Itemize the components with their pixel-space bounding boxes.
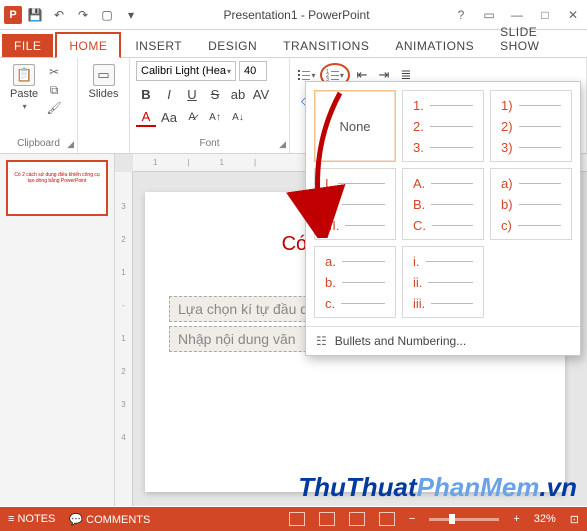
numbering-option-none[interactable]: None [314,90,396,162]
slideshow-view-button[interactable] [379,512,395,526]
numbering-option-roman-upper[interactable]: I. II. III. [314,168,396,240]
numbering-dropdown: None 1. 2. 3. 1) 2) 3) I. II. III. A. B.… [305,81,581,356]
normal-view-button[interactable] [289,512,305,526]
cut-icon[interactable]: ✂ [46,64,62,80]
zoom-in-button[interactable]: + [513,513,519,525]
format-painter-icon[interactable]: 🖌 [46,100,62,116]
qat-dropdown-icon[interactable]: ▾ [120,4,142,26]
italic-button[interactable]: I [159,84,179,104]
clear-format-button[interactable]: A̷ [182,107,202,127]
tab-design[interactable]: DESIGN [196,34,269,57]
numbering-option-arabic-paren[interactable]: 1) 2) 3) [490,90,572,162]
numbering-option-roman-lower[interactable]: i. ii. iii. [402,246,484,318]
font-family-combo[interactable]: Calibri Light (Hea▾ [136,61,236,81]
tab-file[interactable]: FILE [2,34,53,57]
numbering-option-alpha-lower-paren[interactable]: a) b) c) [490,168,572,240]
spacing-button[interactable]: AV [251,84,271,104]
numbering-option-alpha-upper[interactable]: A. B. C. [402,168,484,240]
tab-slideshow[interactable]: SLIDE SHOW [488,20,587,57]
underline-button[interactable]: U [182,84,202,104]
font-size-combo[interactable]: 40 [239,61,267,81]
reading-view-button[interactable] [349,512,365,526]
group-clipboard: 📋 Paste ▾ ✂ ⧉ 🖌 Clipboard ◢ [0,58,78,153]
powerpoint-icon: P [4,6,22,24]
shadow-button[interactable]: ab [228,84,248,104]
paste-button[interactable]: 📋 Paste ▾ [6,61,42,116]
zoom-level[interactable]: 32% [534,513,556,525]
help-icon[interactable]: ? [451,8,471,22]
bold-button[interactable]: B [136,84,156,104]
tab-animations[interactable]: ANIMATIONS [383,34,486,57]
clipboard-dialog-launcher[interactable]: ◢ [67,139,74,150]
bullets-and-numbering-link[interactable]: ☷ Bullets and Numbering... [306,326,580,355]
new-slide-button[interactable]: ▭ Slides [84,61,123,103]
group-font: Calibri Light (Hea▾ 40 B I U S ab AV A A… [130,58,290,153]
undo-icon[interactable]: ↶ [48,4,70,26]
status-bar: ≡ NOTES 💬 COMMENTS − + 32% ⊡ [0,507,587,531]
change-case-button[interactable]: Aa [159,107,179,127]
slides-label: Slides [89,88,119,100]
font-color-button[interactable]: A [136,107,156,127]
notes-button[interactable]: ≡ NOTES [8,513,55,525]
tab-insert[interactable]: INSERT [123,34,194,57]
grow-font-button[interactable]: A↑ [205,107,225,127]
tab-transitions[interactable]: TRANSITIONS [271,34,381,57]
window-title: Presentation1 - PowerPoint [142,8,451,22]
paste-label: Paste [10,88,38,100]
comments-button[interactable]: 💬 COMMENTS [69,513,150,526]
slide-icon: ▭ [93,64,115,86]
thumbnail-panel: 1 Có 2 cách sử dụng điều khiển công cụ t… [0,154,115,506]
quick-access-toolbar: P 💾 ↶ ↷ ▢ ▾ [4,4,142,26]
numbering-option-alpha-lower-dot[interactable]: a. b. c. [314,246,396,318]
sorter-view-button[interactable] [319,512,335,526]
fit-window-button[interactable]: ⊡ [570,513,579,526]
list-icon: ☷ [316,334,327,348]
font-group-label: Font [136,138,283,151]
group-slides: ▭ Slides [78,58,130,153]
redo-icon[interactable]: ↷ [72,4,94,26]
ribbon-tabs: FILE HOME INSERT DESIGN TRANSITIONS ANIM… [0,30,587,58]
font-dialog-launcher[interactable]: ◢ [279,139,286,150]
paste-icon: 📋 [13,64,35,86]
vertical-ruler: 321-1234 [115,172,133,506]
slide-thumbnail-1[interactable]: Có 2 cách sử dụng điều khiển công cụ tạo… [6,160,108,216]
tab-home[interactable]: HOME [55,32,121,58]
numbering-option-arabic-dot[interactable]: 1. 2. 3. [402,90,484,162]
clipboard-group-label: Clipboard [6,138,71,151]
strike-button[interactable]: S [205,84,225,104]
zoom-out-button[interactable]: − [409,513,415,525]
zoom-slider[interactable] [429,518,499,521]
copy-icon[interactable]: ⧉ [46,82,62,98]
watermark: ThuThuatPhanMem.vn [298,472,577,503]
shrink-font-button[interactable]: A↓ [228,107,248,127]
save-icon[interactable]: 💾 [24,4,46,26]
start-slideshow-icon[interactable]: ▢ [96,4,118,26]
